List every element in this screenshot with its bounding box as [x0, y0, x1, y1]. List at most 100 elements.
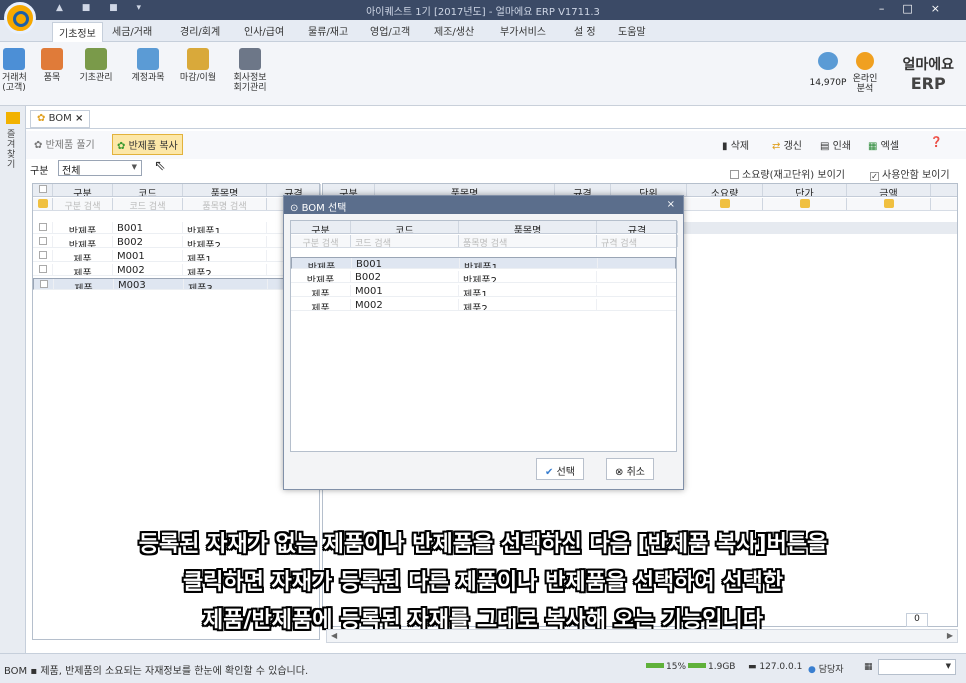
filter-select[interactable]: 전체 ▼	[58, 160, 142, 177]
bom-select-dialog[interactable]: ⊙ BOM 선택 × 구분 코드 품목명 규격 구분 검색 코드 검색 품목명 검…	[283, 195, 684, 490]
row-checkbox[interactable]	[38, 237, 47, 245]
company-icon	[239, 48, 261, 70]
col-code[interactable]: 코드	[113, 184, 183, 196]
item-icon	[41, 48, 63, 70]
tab-close-icon[interactable]: ×	[75, 113, 83, 124]
checkbox-checked[interactable]: ✓	[870, 172, 879, 181]
window-title: 아이퀘스트 1기 [2017년도] - 얼마에요 ERP V1711.3	[366, 7, 600, 18]
row-checkbox[interactable]	[38, 223, 47, 231]
col-name[interactable]: 품목명	[459, 221, 597, 233]
window-controls[interactable]: –□×	[879, 2, 958, 15]
ribbon-item[interactable]: 품목	[40, 48, 64, 83]
ribbon-account[interactable]: 계정과목	[126, 48, 170, 83]
cancel-button[interactable]: ⊗ 취소	[606, 458, 654, 480]
dialog-close-icon[interactable]: ×	[667, 199, 675, 210]
option-show-unused[interactable]: ✓ 사용안함 보이기	[870, 166, 950, 181]
table-row-selected[interactable]: 반제품B001반제품1	[291, 257, 676, 269]
ribbon-company[interactable]: 회사정보 회기관리	[228, 48, 272, 93]
search-code[interactable]: 코드 검색	[113, 198, 183, 210]
col-name[interactable]: 품목명	[183, 184, 267, 196]
cancel-icon: ⊗	[615, 467, 624, 478]
select-all-checkbox[interactable]	[38, 185, 47, 193]
status-message: BOM ▪ 제품, 반제품의 소요되는 자재정보를 한눈에 확인할 수 있습니다…	[4, 666, 309, 677]
minimize-button[interactable]: –	[879, 2, 903, 15]
title-bar: ▲ ■ ■ ▾ 아이퀘스트 1기 [2017년도] - 얼마에요 ERP V17…	[0, 0, 966, 20]
maximize-button[interactable]: □	[902, 2, 930, 15]
scroll-left-icon[interactable]: ◀	[331, 631, 337, 640]
horizontal-scrollbar[interactable]: ◀ ▶	[326, 629, 958, 643]
account-icon	[137, 48, 159, 70]
table-row[interactable]: 제품 M002 제품2	[33, 264, 319, 276]
table-row[interactable]: 반제품 B002 반제품2	[33, 236, 319, 248]
table-row[interactable]: 제품 M001 제품1	[291, 285, 676, 297]
col-code[interactable]: 코드	[351, 221, 459, 233]
tab-settings[interactable]: 설 정	[574, 23, 596, 38]
dialog-grid[interactable]: 구분 코드 품목명 규격 구분 검색 코드 검색 품목명 검색 규격 검색 반제…	[290, 220, 678, 452]
document-tab-bom[interactable]: ✿ BOM ×	[30, 110, 91, 128]
dialog-grid-search[interactable]: 구분 검색 코드 검색 품목명 검색 규격 검색	[291, 235, 678, 248]
search-spec[interactable]: 규격 검색	[597, 235, 678, 247]
delete-button[interactable]: ▮ 삭제	[722, 137, 749, 152]
ribbon-customer[interactable]: 거래처 (고객)	[2, 48, 27, 93]
table-row[interactable]: 반제품 B001 반제품1	[33, 222, 319, 234]
chevron-down-icon: ▼	[131, 163, 137, 171]
search-type[interactable]: 구분 검색	[53, 198, 113, 210]
dialog-grid-header: 구분 코드 품목명 규격	[291, 221, 678, 234]
tab-accounting[interactable]: 경리/회계	[180, 23, 220, 38]
brand-logo: 얼마에요 ERP	[902, 57, 954, 93]
tab-basic-info[interactable]: 기초정보	[52, 22, 103, 42]
col-qty[interactable]: 소요량	[687, 184, 763, 196]
calendar-icon[interactable]: ▦	[864, 662, 873, 672]
user-info[interactable]: ● 담당자	[808, 662, 844, 675]
col-price[interactable]: 단가	[763, 184, 847, 196]
row-checkbox[interactable]	[38, 265, 47, 273]
col-spec[interactable]: 규격	[597, 221, 678, 233]
excel-button[interactable]: ▦ 엑셀	[868, 137, 899, 152]
tab-hr[interactable]: 인사/급여	[244, 23, 284, 38]
scroll-right-icon[interactable]: ▶	[947, 631, 953, 640]
table-row[interactable]: 반제품 B002 반제품2	[291, 271, 676, 283]
print-icon: ▤	[820, 141, 830, 152]
excel-icon: ▦	[868, 141, 878, 152]
points[interactable]: 14,970P	[808, 52, 848, 88]
col-type[interactable]: 구분	[291, 221, 351, 233]
tab-sales[interactable]: 영업/고객	[370, 23, 410, 38]
option-qty-unit[interactable]: 소요량(재고단위) 보이기	[730, 166, 845, 181]
search-name[interactable]: 품목명 검색	[183, 198, 267, 210]
tab-tax[interactable]: 세금/거래	[112, 23, 152, 38]
table-row[interactable]: 제품 M001 제품1	[33, 250, 319, 262]
help-icon[interactable]: ❓	[930, 137, 942, 148]
tab-divider	[26, 128, 966, 129]
print-button[interactable]: ▤ 인쇄	[820, 137, 851, 152]
status-dropdown[interactable]: ▼	[878, 659, 956, 675]
table-row-selected[interactable]: 제품M003제품3	[33, 278, 319, 290]
tab-help[interactable]: 도움말	[618, 23, 646, 38]
table-row[interactable]: 제품 M002 제품2	[291, 299, 676, 311]
pencil-icon	[883, 199, 894, 208]
tab-extra[interactable]: 부가서비스	[500, 23, 546, 38]
refresh-button[interactable]: ⇄ 갱신	[772, 137, 802, 152]
search-type[interactable]: 구분 검색	[291, 235, 351, 247]
toolbar: ✿ 반제품 풀기 ✿ 반제품 복사 ▮ 삭제 ⇄ 갱신 ▤ 인쇄 ▦ 엑셀 ❓	[26, 131, 966, 159]
tab-production[interactable]: 제조/생산	[434, 23, 474, 38]
select-button[interactable]: ✔ 선택	[536, 458, 584, 480]
left-grid-search[interactable]: 구분 검색 코드 검색 품목명 검색 규격	[33, 198, 321, 211]
online-analysis[interactable]: 온라인 분석	[850, 52, 880, 94]
search-name[interactable]: 품목명 검색	[459, 235, 597, 247]
search-code[interactable]: 코드 검색	[351, 235, 459, 247]
app-logo-icon[interactable]	[4, 2, 36, 34]
check-icon: ✔	[545, 467, 554, 478]
close-button[interactable]: ×	[931, 2, 958, 15]
row-checkbox[interactable]	[39, 280, 48, 288]
favorites-icon	[6, 112, 20, 124]
col-type[interactable]: 구분	[53, 184, 113, 196]
ribbon: 거래처 (고객) 품목 기초관리 계정과목 마감/이월 회사정보 회기관리 14…	[0, 42, 966, 106]
unpack-semi-button[interactable]: ✿ 반제품 풀기	[34, 136, 95, 151]
checkbox[interactable]	[730, 170, 739, 179]
ribbon-close-year[interactable]: 마감/이월	[176, 48, 220, 83]
col-amount[interactable]: 금액	[847, 184, 931, 196]
row-checkbox[interactable]	[38, 251, 47, 259]
ribbon-basic-mgmt[interactable]: 기초관리	[76, 48, 116, 83]
tab-logistics[interactable]: 물류/재고	[308, 23, 348, 38]
copy-semi-button[interactable]: ✿ 반제품 복사	[112, 134, 183, 155]
